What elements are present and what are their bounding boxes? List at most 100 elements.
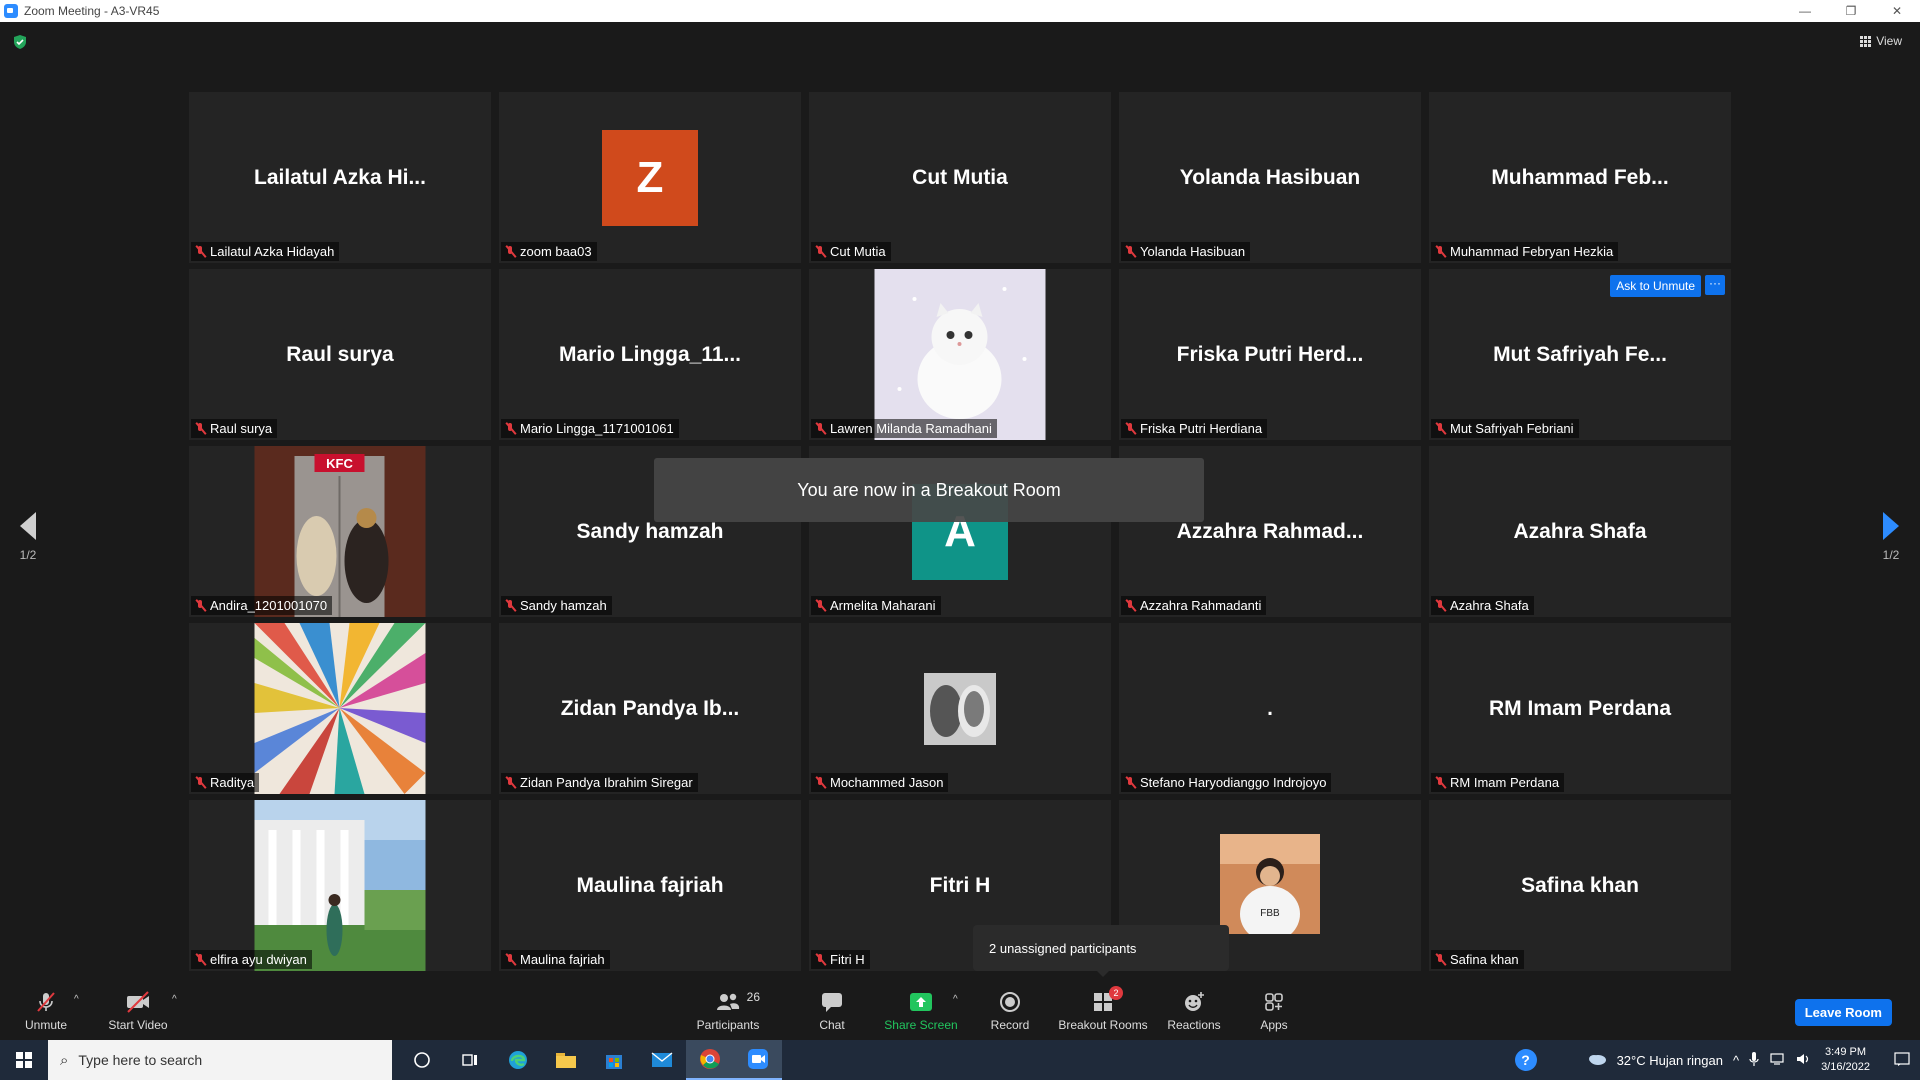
tray-chevron-icon[interactable]: ^ <box>1733 1053 1739 1068</box>
weather-text[interactable]: 32°C Hujan ringan <box>1617 1053 1723 1068</box>
restore-icon[interactable]: ❐ <box>1828 0 1874 22</box>
reactions-button[interactable]: Reactions <box>1164 980 1224 1040</box>
participant-tile[interactable]: elfira ayu dwiyan <box>189 800 491 971</box>
clock[interactable]: 3:49 PM 3/16/2022 <box>1821 1045 1870 1075</box>
share-options-caret-icon[interactable]: ^ <box>953 994 958 1005</box>
notifications-icon[interactable] <box>1894 1051 1910 1070</box>
participant-tile[interactable]: RM Imam Perdana RM Imam Perdana <box>1429 623 1731 794</box>
participant-tile[interactable]: Azahra Shafa Azahra Shafa <box>1429 446 1731 617</box>
apps-icon <box>1260 990 1288 1014</box>
task-view-icon[interactable] <box>446 1040 494 1080</box>
participant-tile[interactable]: Muhammad Feb... Muhammad Febryan Hezkia <box>1429 92 1731 263</box>
participant-display-name: . <box>1267 696 1273 720</box>
participant-label: Lailatul Azka Hidayah <box>191 242 340 261</box>
close-icon[interactable]: ✕ <box>1874 0 1920 22</box>
record-button[interactable]: Record <box>986 980 1034 1040</box>
participant-name: Maulina fajriah <box>520 952 605 967</box>
participant-label: Mario Lingga_1171001061 <box>501 419 679 438</box>
participant-tile[interactable]: KFC Andira_1201001070 <box>189 446 491 617</box>
record-icon <box>996 990 1024 1014</box>
help-icon[interactable]: ? <box>1514 1049 1537 1071</box>
participant-tile[interactable]: Zidan Pandya Ib... Zidan Pandya Ibrahim … <box>499 623 801 794</box>
view-button[interactable]: View <box>1860 34 1902 48</box>
audio-options-caret-icon[interactable]: ^ <box>74 994 79 1005</box>
participant-label: Raditya <box>191 773 260 792</box>
mic-muted-icon <box>194 422 206 435</box>
video-options-caret-icon[interactable]: ^ <box>172 994 177 1005</box>
avatar: Z <box>602 129 698 226</box>
unassigned-participants-popup[interactable]: 2 unassigned participants <box>973 925 1229 977</box>
mic-muted-icon <box>194 599 206 612</box>
participant-tile[interactable]: Z zoom baa03 <box>499 92 801 263</box>
start-button[interactable] <box>0 1040 48 1080</box>
file-explorer-icon[interactable] <box>542 1040 590 1080</box>
participant-label: RM Imam Perdana <box>1431 773 1565 792</box>
microsoft-store-icon[interactable] <box>590 1040 638 1080</box>
mic-muted-icon <box>194 953 206 966</box>
mic-muted-icon <box>1434 953 1446 966</box>
start-video-button[interactable]: Start Video <box>106 980 170 1040</box>
zoom-taskbar-icon[interactable] <box>734 1040 782 1080</box>
grid-view-icon <box>1860 35 1872 47</box>
participant-tile[interactable]: Mochammed Jason <box>809 623 1111 794</box>
participant-label: Zidan Pandya Ibrahim Siregar <box>501 773 698 792</box>
weather-cloud-icon <box>1587 1052 1607 1069</box>
taskbar-search[interactable]: ⌕ Type here to search <box>48 1040 392 1080</box>
volume-icon[interactable] <box>1795 1052 1811 1069</box>
minimize-icon[interactable]: — <box>1782 0 1828 22</box>
participant-label: Fitri H <box>811 950 870 969</box>
participant-tile[interactable]: Ask to Unmute ··· Mut Safriyah Fe... Mut… <box>1429 269 1731 440</box>
mic-muted-icon <box>1434 422 1446 435</box>
participant-tile[interactable]: Yolanda Hasibuan Yolanda Hasibuan <box>1119 92 1421 263</box>
breakout-rooms-button[interactable]: 2 Breakout Rooms <box>1058 980 1148 1040</box>
share-screen-button[interactable]: Share Screen <box>882 980 960 1040</box>
participant-tile[interactable]: Cut Mutia Cut Mutia <box>809 92 1111 263</box>
zoom-app-icon <box>4 4 18 18</box>
chat-button[interactable]: Chat <box>808 980 856 1040</box>
participant-tile[interactable]: Raul surya Raul surya <box>189 269 491 440</box>
network-icon[interactable] <box>1769 1052 1785 1069</box>
search-placeholder: Type here to search <box>78 1052 203 1068</box>
participant-name: Raditya <box>210 775 255 790</box>
participant-tile[interactable]: Lawren Milanda Ramadhani <box>809 269 1111 440</box>
participant-label: Armelita Maharani <box>811 596 941 615</box>
participant-name: Andira_1201001070 <box>210 598 328 613</box>
participant-tile[interactable]: . Stefano Haryodianggo Indrojoyo <box>1119 623 1421 794</box>
participants-button[interactable]: 26 Participants <box>692 980 764 1040</box>
apps-button[interactable]: Apps <box>1256 980 1292 1040</box>
participant-display-name: Safina khan <box>1521 873 1639 897</box>
edge-icon[interactable] <box>494 1040 542 1080</box>
participant-tile[interactable]: Mario Lingga_11... Mario Lingga_11710010… <box>499 269 801 440</box>
participant-display-name: Lailatul Azka Hi... <box>254 165 426 189</box>
participant-tile[interactable]: Friska Putri Herd... Friska Putri Herdia… <box>1119 269 1421 440</box>
cortana-icon[interactable] <box>398 1040 446 1080</box>
previous-page-button[interactable]: 1/2 <box>8 512 48 562</box>
participant-display-name: Yolanda Hasibuan <box>1179 165 1361 189</box>
mail-icon[interactable] <box>638 1040 686 1080</box>
microphone-icon[interactable] <box>1749 1051 1759 1070</box>
participant-tile[interactable]: Maulina fajriah Maulina fajriah <box>499 800 801 971</box>
girl-portrait-photo: FBB <box>1220 834 1320 934</box>
chat-label: Chat <box>819 1018 845 1032</box>
participant-display-name: Azahra Shafa <box>1513 519 1647 543</box>
window-title: Zoom Meeting - A3-VR45 <box>24 4 160 18</box>
participant-name: Lawren Milanda Ramadhani <box>830 421 992 436</box>
ask-to-unmute-button[interactable]: Ask to Unmute <box>1610 275 1701 297</box>
view-label: View <box>1876 34 1902 48</box>
participant-label: Cut Mutia <box>811 242 891 261</box>
windows-taskbar: ⌕ Type here to search ? 32°C Hujan ringa… <box>0 1040 1920 1080</box>
security-shield-icon[interactable] <box>12 34 28 50</box>
more-options-button[interactable]: ··· <box>1705 275 1725 295</box>
participant-tile[interactable]: Raditya <box>189 623 491 794</box>
unmute-button[interactable]: Unmute <box>22 980 70 1040</box>
next-page-button[interactable]: 1/2 <box>1871 512 1911 562</box>
leave-room-button[interactable]: Leave Room <box>1794 999 1892 1026</box>
participant-label: Safina khan <box>1431 950 1524 969</box>
meeting-area: View 1/2 1/2 Lailatul Azka Hi... Lailatu… <box>0 22 1920 980</box>
mic-muted-icon <box>504 422 516 435</box>
arrow-left-icon <box>20 512 36 540</box>
participant-tile[interactable]: Lailatul Azka Hi... Lailatul Azka Hidaya… <box>189 92 491 263</box>
participant-tile[interactable]: Safina khan Safina khan <box>1429 800 1731 971</box>
breakout-room-notification: You are now in a Breakout Room <box>654 458 1204 522</box>
chrome-icon[interactable] <box>686 1040 734 1080</box>
